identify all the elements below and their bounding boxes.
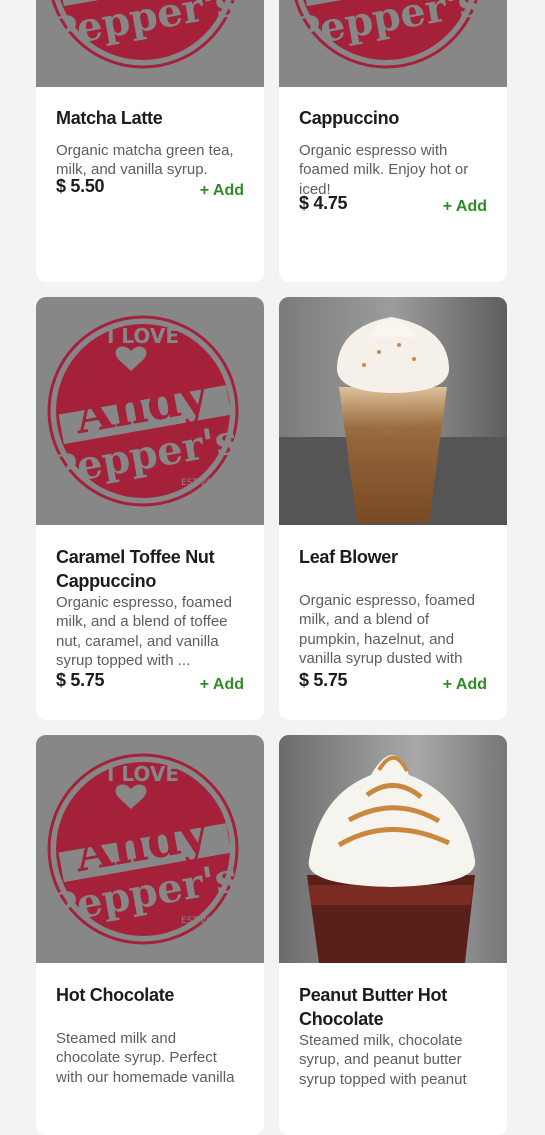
product-name[interactable]: Cappuccino (299, 106, 487, 130)
product-image: Andy Pepper's (36, 0, 264, 87)
andy-peppers-logo: I LOVE Andy Pepper's EST 2007 (44, 753, 241, 945)
product-name[interactable]: Caramel Toffee Nut Cappuccino (56, 545, 244, 593)
andy-peppers-logo: I LOVE Andy Pepper's EST 2007 (44, 315, 241, 507)
add-button[interactable]: + Add (443, 676, 487, 694)
product-description: Organic espresso with foamed milk. Enjoy… (299, 142, 469, 198)
product-details: Cappuccino Organic espresso with foamed … (299, 106, 487, 276)
product-card-leaf-blower[interactable]: Leaf Blower Organic espresso, foamed mil… (279, 297, 507, 720)
product-image: Andy Pepper's (279, 0, 507, 87)
product-details: Leaf Blower Organic espresso, foamed mil… (299, 545, 487, 715)
product-image: I LOVE Andy Pepper's EST 2007 (36, 735, 264, 963)
product-description: Steamed milk, chocolate syrup, and peanu… (299, 1032, 467, 1088)
product-price: $ 4.75 (299, 193, 348, 213)
product-description: Organic espresso, foamed milk, and a ble… (56, 594, 232, 670)
product-details: Caramel Toffee Nut Cappuccino Organic es… (56, 545, 244, 715)
product-description: Organic espresso, foamed milk, and a ble… (299, 592, 475, 668)
svg-text:I LOVE: I LOVE (107, 762, 179, 786)
product-details: Hot Chocolate Steamed milk and chocolate… (56, 983, 244, 1123)
product-image (279, 735, 507, 963)
add-button[interactable]: + Add (443, 198, 487, 216)
product-price: $ 5.75 (56, 670, 105, 690)
product-details: Matcha Latte Organic matcha green tea, m… (56, 106, 244, 276)
andy-peppers-logo: Andy Pepper's (287, 0, 484, 69)
product-name[interactable]: Peanut Butter Hot Chocolate (299, 983, 487, 1031)
svg-text:EST 2007: EST 2007 (181, 916, 224, 926)
svg-text:EST 2007: EST 2007 (181, 478, 224, 488)
product-name[interactable]: Leaf Blower (299, 545, 487, 569)
product-grid: Andy Pepper's Matcha Latte Organic match… (0, 0, 545, 1135)
add-button[interactable]: + Add (200, 182, 244, 200)
product-name[interactable]: Hot Chocolate (56, 983, 244, 1007)
product-details: Peanut Butter Hot Chocolate Steamed milk… (299, 983, 487, 1123)
hot-chocolate-photo (279, 735, 507, 963)
product-image (279, 297, 507, 525)
product-card-peanut-butter-hot-chocolate[interactable]: Peanut Butter Hot Chocolate Steamed milk… (279, 735, 507, 1135)
product-card-caramel-toffee-nut-cappuccino[interactable]: I LOVE Andy Pepper's EST 2007 Caramel To… (36, 297, 264, 720)
andy-peppers-logo: Andy Pepper's (44, 0, 241, 69)
product-card-cappuccino[interactable]: Andy Pepper's Cappuccino Organic espress… (279, 0, 507, 282)
product-card-matcha-latte[interactable]: Andy Pepper's Matcha Latte Organic match… (36, 0, 264, 282)
product-price: $ 5.50 (56, 176, 105, 196)
svg-text:I LOVE: I LOVE (107, 324, 179, 348)
add-button[interactable]: + Add (200, 676, 244, 694)
product-price: $ 5.75 (299, 670, 348, 690)
product-description: Steamed milk and chocolate syrup. Perfec… (56, 1030, 235, 1086)
iced-drink-photo (279, 297, 507, 525)
product-description: Organic matcha green tea, milk, and vani… (56, 142, 234, 179)
product-image: I LOVE Andy Pepper's EST 2007 (36, 297, 264, 525)
product-name[interactable]: Matcha Latte (56, 106, 244, 130)
product-card-hot-chocolate[interactable]: I LOVE Andy Pepper's EST 2007 Hot Chocol… (36, 735, 264, 1135)
